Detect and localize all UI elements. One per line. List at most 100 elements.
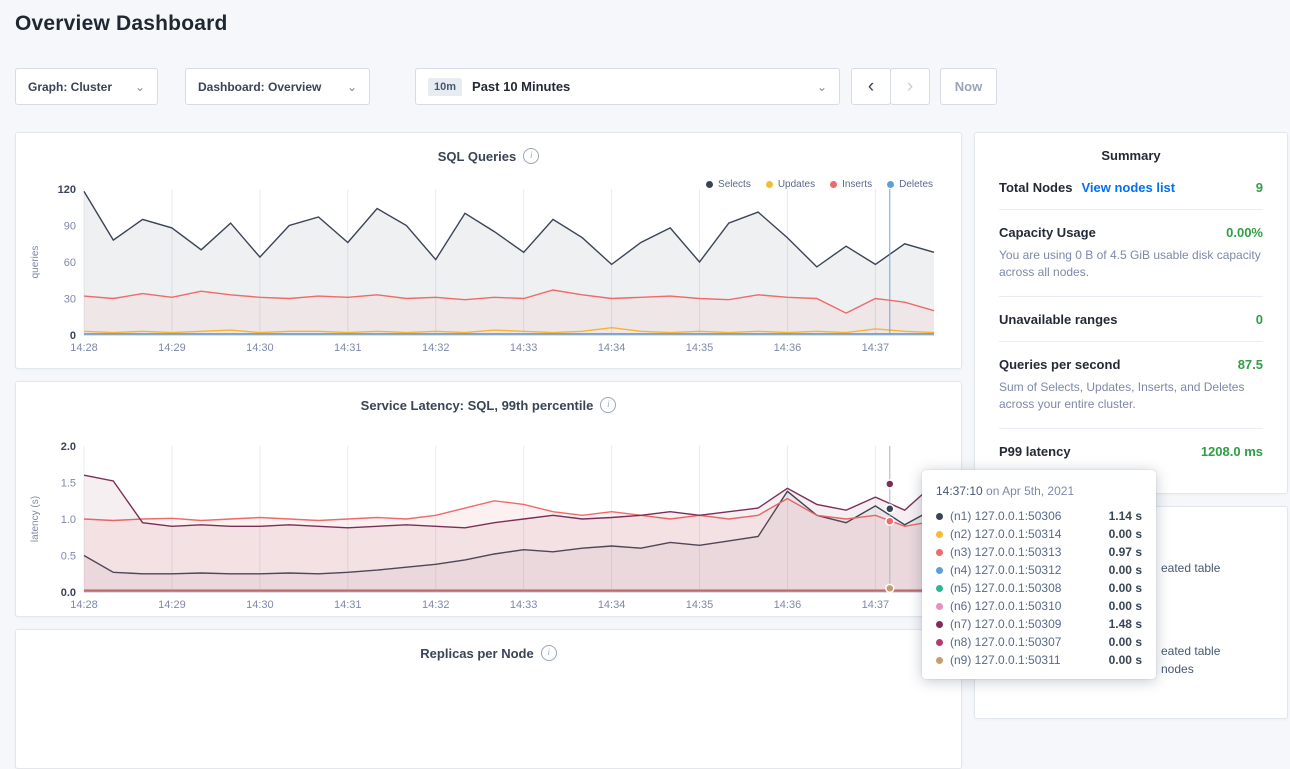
- tooltip-node-label: (n4) 127.0.0.1:50312: [950, 563, 1102, 577]
- tooltip-node-label: (n1) 127.0.0.1:50306: [950, 509, 1102, 523]
- summary-label: P99 latency: [999, 444, 1071, 459]
- summary-label: Total Nodes: [999, 180, 1072, 195]
- tooltip-row: (n2) 127.0.0.1:50314 0.00 s: [936, 525, 1142, 543]
- summary-row-header: P99 latency1208.0 ms: [999, 444, 1263, 459]
- time-range-badge: 10m: [428, 78, 462, 96]
- svg-text:latency (s): latency (s): [30, 496, 41, 542]
- chevron-down-icon: ⌄: [125, 80, 145, 94]
- tooltip-node-value: 0.00 s: [1109, 653, 1142, 667]
- svg-text:14:28: 14:28: [70, 599, 98, 611]
- summary-label: Unavailable ranges: [999, 312, 1118, 327]
- info-icon[interactable]: i: [600, 397, 616, 413]
- svg-text:120: 120: [58, 184, 76, 196]
- svg-text:14:33: 14:33: [510, 342, 538, 354]
- summary-row-header: Queries per second87.5: [999, 357, 1263, 372]
- svg-text:14:35: 14:35: [686, 342, 714, 354]
- summary-value: 9: [1256, 180, 1263, 195]
- service-latency-chart[interactable]: 14:2814:2914:3014:3114:3214:3314:3414:35…: [26, 438, 961, 621]
- svg-text:14:36: 14:36: [774, 599, 802, 611]
- summary-value: 0: [1256, 312, 1263, 327]
- summary-label: Capacity Usage: [999, 225, 1096, 240]
- summary-row-header: Capacity Usage 0.00%: [999, 225, 1263, 240]
- summary-row-header: Total Nodes View nodes list 9: [999, 180, 1263, 195]
- panel-title: Service Latency: SQL, 99th percentile: [361, 398, 594, 413]
- sql-queries-chart[interactable]: 14:2814:2914:3014:3114:3214:3314:3414:35…: [26, 181, 961, 364]
- summary-description: Sum of Selects, Updates, Inserts, and De…: [999, 379, 1263, 414]
- summary-row: Total Nodes View nodes list 9: [999, 165, 1263, 210]
- summary-rows: Total Nodes View nodes list 9 Capacity Usag…: [975, 165, 1287, 473]
- info-icon[interactable]: i: [523, 148, 539, 164]
- tooltip-row: (n6) 127.0.0.1:503100.00 s: [936, 597, 1142, 615]
- graph-dropdown[interactable]: Graph: Cluster ⌄: [15, 68, 158, 105]
- chevron-down-icon: ⌄: [807, 80, 827, 94]
- tooltip-node-label: (n9) 127.0.0.1:50311: [950, 653, 1102, 667]
- dashboard-dropdown-label: Dashboard: Overview: [198, 80, 321, 94]
- tooltip-node-value: 0.97 s: [1109, 545, 1142, 559]
- tooltip-node-label: (n2) 127.0.0.1:50314: [950, 527, 1102, 541]
- tooltip-node-value: 0.00 s: [1109, 563, 1142, 577]
- replicas-panel-header: Replicas per Node i: [16, 630, 961, 662]
- sql-queries-panel-header: SQL Queries i: [16, 133, 961, 165]
- tooltip-node-value: 1.48 s: [1109, 617, 1142, 631]
- arrow-left-icon: ‹: [868, 76, 874, 98]
- svg-text:14:33: 14:33: [510, 599, 538, 611]
- summary-row: P99 latency1208.0 ms: [999, 429, 1263, 473]
- series-dot-icon: [936, 531, 943, 538]
- now-button-label: Now: [955, 79, 982, 94]
- svg-text:14:36: 14:36: [774, 342, 802, 354]
- info-icon[interactable]: i: [541, 645, 557, 661]
- summary-title: Summary: [975, 133, 1287, 165]
- svg-text:1.0: 1.0: [61, 514, 76, 526]
- time-range-label: Past 10 Minutes: [472, 79, 570, 94]
- service-latency-panel-header: Service Latency: SQL, 99th percentile i: [16, 382, 961, 414]
- summary-value: 0.00%: [1226, 225, 1263, 240]
- svg-text:30: 30: [64, 294, 76, 306]
- time-range-dropdown[interactable]: 10m Past 10 Minutes ⌄: [415, 68, 840, 105]
- svg-text:14:32: 14:32: [422, 342, 450, 354]
- time-next-button[interactable]: ›: [890, 68, 930, 105]
- tooltip-row: (n7) 127.0.0.1:503091.48 s: [936, 615, 1142, 633]
- now-button[interactable]: Now: [940, 68, 997, 105]
- svg-text:14:31: 14:31: [334, 599, 362, 611]
- time-prev-button[interactable]: ‹: [851, 68, 891, 105]
- tooltip-node-value: 1.14 s: [1109, 509, 1142, 523]
- svg-text:queries: queries: [30, 246, 41, 279]
- svg-text:14:31: 14:31: [334, 342, 362, 354]
- svg-text:14:32: 14:32: [422, 599, 450, 611]
- replicas-per-node-panel: Replicas per Node i: [15, 629, 962, 769]
- tooltip-node-value: 0.00 s: [1109, 527, 1142, 541]
- summary-value: 87.5: [1238, 357, 1263, 372]
- tooltip-time: 14:37:10: [936, 484, 983, 498]
- svg-text:2.0: 2.0: [61, 441, 76, 453]
- svg-text:14:30: 14:30: [246, 599, 274, 611]
- page-title: Overview Dashboard: [15, 12, 228, 36]
- panel-title: SQL Queries: [438, 149, 517, 164]
- tooltip-row: (n8) 127.0.0.1:50307 0.00 s: [936, 633, 1142, 651]
- arrow-right-icon: ›: [907, 76, 913, 98]
- graph-dropdown-label: Graph: Cluster: [28, 80, 112, 94]
- tooltip-node-value: 0.00 s: [1109, 581, 1142, 595]
- panel-title: Replicas per Node: [420, 646, 533, 661]
- dashboard-dropdown[interactable]: Dashboard: Overview ⌄: [185, 68, 370, 105]
- series-dot-icon: [936, 513, 943, 520]
- series-dot-icon: [936, 603, 943, 610]
- svg-text:14:34: 14:34: [598, 599, 626, 611]
- series-dot-icon: [936, 657, 943, 664]
- chevron-down-icon: ⌄: [337, 80, 357, 94]
- tooltip-node-value: 0.00 s: [1109, 635, 1142, 649]
- svg-text:14:34: 14:34: [598, 342, 626, 354]
- tooltip-node-label: (n8) 127.0.0.1:50307: [950, 635, 1102, 649]
- svg-text:0.0: 0.0: [61, 587, 76, 599]
- summary-description: You are using 0 B of 4.5 GiB usable disk…: [999, 247, 1263, 282]
- svg-text:90: 90: [64, 221, 76, 233]
- svg-text:1.5: 1.5: [61, 478, 76, 490]
- view-nodes-list-link[interactable]: View nodes list: [1081, 180, 1175, 195]
- svg-text:14:29: 14:29: [158, 342, 186, 354]
- tooltip-row: (n9) 127.0.0.1:50311 0.00 s: [936, 651, 1142, 669]
- event-text-fragment: eated table: [1161, 561, 1220, 575]
- chart-tooltip: 14:37:10 on Apr 5th, 2021 (n1) 127.0.0.1…: [922, 470, 1156, 679]
- svg-text:14:35: 14:35: [686, 599, 714, 611]
- svg-text:0.5: 0.5: [61, 551, 76, 563]
- svg-text:14:37: 14:37: [862, 599, 890, 611]
- service-latency-panel: Service Latency: SQL, 99th percentile i …: [15, 381, 962, 617]
